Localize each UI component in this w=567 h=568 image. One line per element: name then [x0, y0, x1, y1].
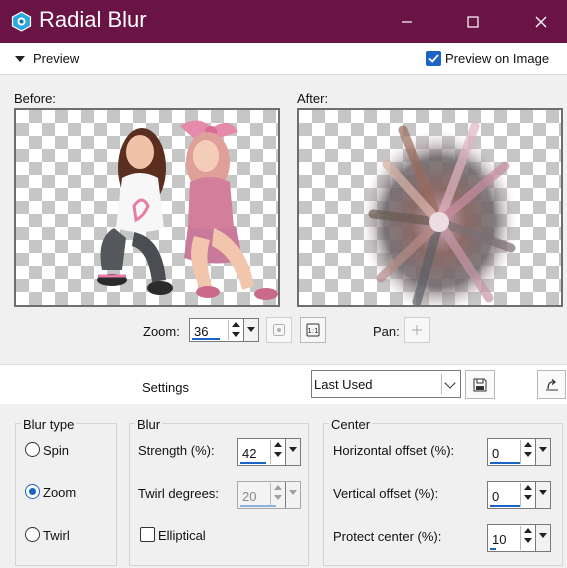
svg-text:1:1: 1:1: [307, 327, 318, 335]
protect-center-level-bar: [490, 548, 496, 550]
center-title: Center: [329, 417, 373, 432]
twirl-dropdown-button[interactable]: [285, 482, 300, 508]
after-canvas[interactable]: [297, 108, 563, 307]
horizontal-offset-stepper-arrows[interactable]: [520, 440, 535, 464]
checkmark-icon: [428, 54, 439, 63]
strength-level-bar: [240, 462, 266, 464]
twirl-label[interactable]: Twirl: [43, 528, 70, 543]
move-icon: [412, 325, 422, 335]
reset-icon: [545, 378, 558, 390]
elliptical-label[interactable]: Elliptical: [158, 528, 206, 543]
twirl-radio[interactable]: [25, 527, 40, 542]
window-title: Radial Blur: [39, 7, 147, 32]
vertical-offset-value[interactable]: 0: [492, 489, 499, 504]
title-bar: Radial Blur: [0, 0, 567, 43]
protect-center-spinner[interactable]: 10: [487, 524, 551, 552]
preview-toggle-label[interactable]: Preview: [33, 51, 79, 66]
blur-title: Blur: [135, 417, 163, 432]
zoom-radio[interactable]: [25, 484, 40, 499]
zoom-to-fit-button[interactable]: [266, 317, 292, 343]
protect-center-value[interactable]: 10: [492, 532, 506, 547]
before-label: Before:: [14, 91, 56, 106]
horizontal-offset-level-bar: [490, 462, 520, 464]
twirl-degrees-value[interactable]: 20: [242, 489, 256, 504]
spin-radio[interactable]: [25, 442, 40, 457]
pan-label: Pan:: [373, 324, 400, 339]
horizontal-offset-label: Horizontal offset (%):: [333, 443, 455, 458]
horizontal-offset-spinner[interactable]: 0: [487, 438, 551, 466]
zoom-spinner[interactable]: 36: [189, 318, 259, 342]
twirl-degrees-spinner[interactable]: 20: [237, 481, 301, 509]
minimize-button[interactable]: [384, 0, 430, 43]
vertical-offset-dropdown-button[interactable]: [535, 482, 550, 508]
before-image: [97, 120, 278, 300]
twirl-stepper-arrows[interactable]: [270, 483, 285, 507]
protect-center-dropdown-button[interactable]: [535, 525, 550, 551]
strength-stepper-arrows[interactable]: [270, 440, 285, 464]
after-image: [361, 121, 517, 305]
blur-type-title: Blur type: [21, 417, 77, 432]
after-label: After:: [297, 91, 329, 106]
horizontal-offset-dropdown-button[interactable]: [535, 439, 550, 465]
protect-center-stepper-arrows[interactable]: [520, 526, 535, 550]
minimize-icon: [402, 20, 412, 23]
strength-dropdown-button[interactable]: [285, 439, 300, 465]
maximize-button[interactable]: [450, 0, 496, 43]
zoom-level-bar: [192, 338, 220, 340]
save-icon: [473, 378, 487, 391]
twirl-degrees-label: Twirl degrees:: [138, 486, 219, 501]
pan-button[interactable]: [404, 317, 430, 343]
vertical-offset-label: Vertical offset (%):: [333, 486, 439, 501]
zoom-label: Zoom:: [143, 324, 180, 339]
maximize-icon: [467, 15, 479, 28]
app-icon: [11, 11, 32, 32]
preset-dropdown[interactable]: Last Used: [311, 370, 461, 398]
close-button[interactable]: [518, 0, 564, 43]
strength-value[interactable]: 42: [242, 446, 256, 461]
preset-divider: [441, 374, 442, 394]
preview-on-image-label[interactable]: Preview on Image: [445, 51, 549, 66]
vertical-offset-level-bar: [490, 505, 520, 507]
save-preset-button[interactable]: [465, 370, 495, 399]
zoom-fit-icon: [273, 324, 285, 336]
before-canvas[interactable]: [14, 108, 280, 307]
zoom-option-label[interactable]: Zoom: [43, 485, 76, 500]
twirl-level-bar: [240, 505, 276, 507]
strength-spinner[interactable]: 42: [237, 438, 301, 466]
strength-label: Strength (%):: [138, 443, 215, 458]
zoom-actual-size-button[interactable]: 1:1: [300, 317, 326, 343]
vertical-offset-spinner[interactable]: 0: [487, 481, 551, 509]
elliptical-checkbox[interactable]: [140, 527, 155, 542]
zoom-value[interactable]: 36: [194, 324, 208, 339]
chevron-down-icon: [444, 377, 456, 389]
zoom-stepper-arrows[interactable]: [228, 320, 243, 340]
collapse-caret-icon[interactable]: [15, 56, 25, 62]
zoom-dropdown-button[interactable]: [243, 319, 258, 341]
preset-value: Last Used: [314, 377, 373, 392]
vertical-offset-stepper-arrows[interactable]: [520, 483, 535, 507]
spin-label[interactable]: Spin: [43, 443, 69, 458]
preview-on-image-checkbox[interactable]: [426, 51, 441, 66]
horizontal-offset-value[interactable]: 0: [492, 446, 499, 461]
settings-label: Settings: [142, 380, 189, 395]
actual-size-icon: 1:1: [306, 323, 320, 337]
protect-center-label: Protect center (%):: [333, 529, 442, 544]
close-icon: [535, 16, 547, 27]
reset-defaults-button[interactable]: [537, 370, 566, 399]
